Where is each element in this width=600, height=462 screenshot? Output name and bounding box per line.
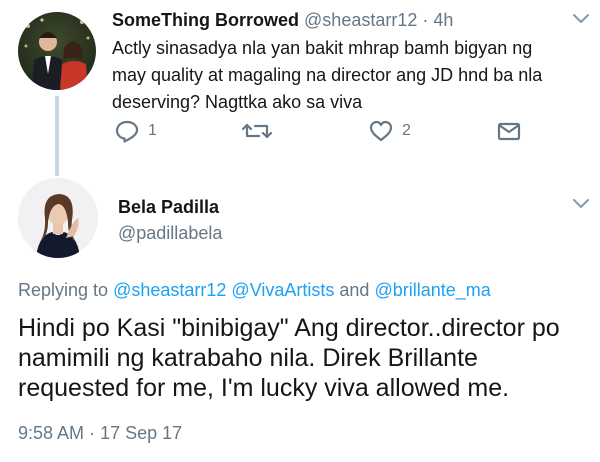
header-separator: ·: [422, 10, 429, 30]
avatar-photo-image: [24, 18, 90, 90]
focused-tweet-timestamp[interactable]: 9:58 AM · 17 Sep 17: [18, 422, 182, 444]
parent-tweet-actions: 1 2: [0, 118, 600, 146]
avatar-photo-image: [18, 178, 98, 258]
focused-tweet-text: Hindi po Kasi "binibigay" Ang director..…: [18, 314, 560, 402]
avatar-sheastarr12[interactable]: [18, 12, 96, 90]
tweet-time: 9:58 AM: [18, 423, 85, 443]
chevron-down-icon[interactable]: [572, 198, 590, 210]
chevron-down-icon[interactable]: [572, 13, 590, 25]
parent-tweet-text: Actly sinasadya nla yan bakit mhrap bamh…: [112, 38, 543, 112]
heart-icon[interactable]: [368, 119, 394, 143]
mention-link-sheastarr12[interactable]: @sheastarr12: [113, 280, 226, 300]
focused-display-name[interactable]: Bela Padilla: [118, 196, 219, 218]
retweet-icon[interactable]: [242, 119, 272, 143]
tweet-date: 17 Sep 17: [100, 423, 183, 443]
parent-handle[interactable]: @sheastarr12: [304, 10, 417, 30]
reply-icon[interactable]: [114, 119, 140, 143]
envelope-icon[interactable]: [496, 119, 522, 143]
parent-timestamp[interactable]: 4h: [433, 10, 453, 30]
replying-to-label: Replying to: [18, 280, 109, 300]
replying-to-and: and: [339, 280, 370, 300]
like-count: 2: [402, 122, 411, 139]
mention-link-vivaartists[interactable]: @VivaArtists: [231, 280, 334, 300]
meta-separator: ·: [89, 423, 96, 443]
focused-handle[interactable]: @padillabela: [118, 222, 222, 244]
avatar-padillabela[interactable]: [18, 178, 98, 258]
parent-tweet-header: SomeThing Borrowed @sheastarr12 · 4h: [112, 9, 453, 31]
reply-count: 1: [148, 122, 157, 139]
replying-to-line: Replying to @sheastarr12 @VivaArtists an…: [18, 278, 491, 302]
parent-display-name[interactable]: SomeThing Borrowed: [112, 10, 299, 30]
mention-link-brillante-ma[interactable]: @brillante_ma: [374, 280, 490, 300]
